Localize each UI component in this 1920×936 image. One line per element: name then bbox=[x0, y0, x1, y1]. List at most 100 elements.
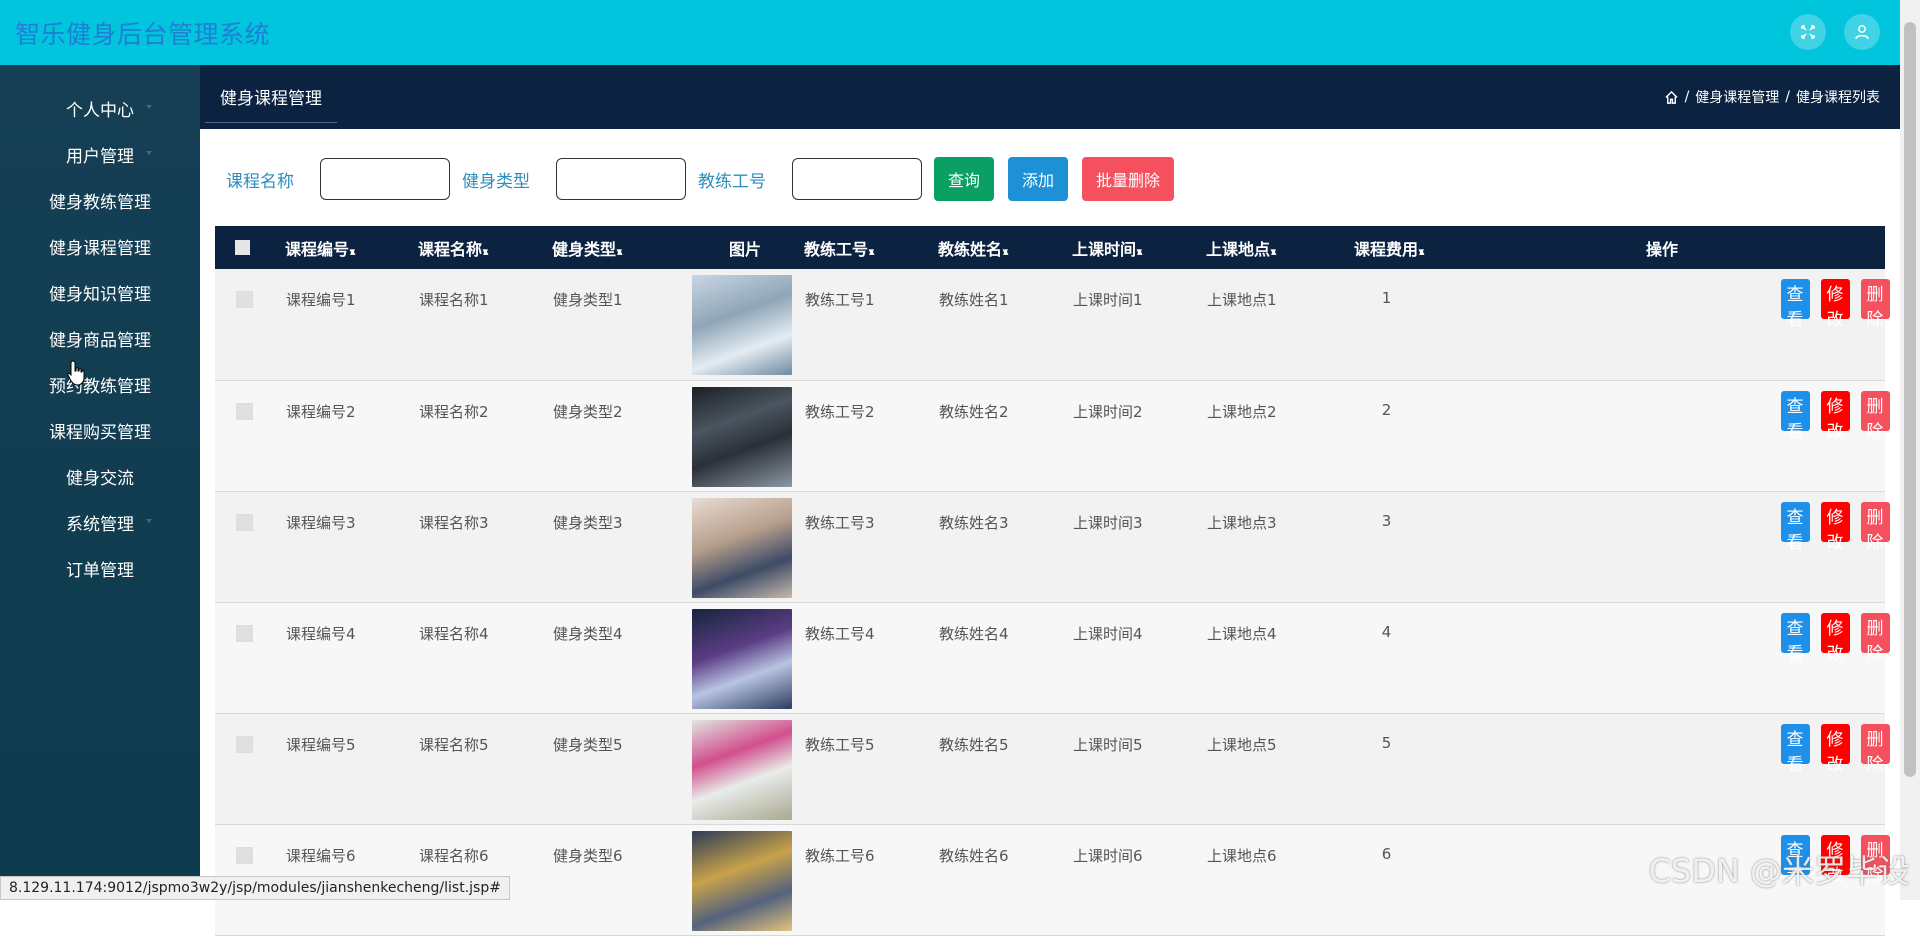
course-image[interactable] bbox=[692, 497, 792, 598]
row-checkbox[interactable] bbox=[236, 291, 253, 308]
row-select-cell bbox=[215, 491, 285, 602]
edit-button[interactable]: 修改 bbox=[1820, 279, 1850, 330]
row-checkbox[interactable] bbox=[236, 513, 253, 531]
course-name-input[interactable] bbox=[320, 158, 450, 200]
breadcrumb-item-list: 健身课程列表 bbox=[1796, 90, 1880, 106]
sidebar-item-fitness-exchange[interactable]: 健身交流 bbox=[0, 453, 200, 499]
delete-button[interactable]: 删除 bbox=[1860, 612, 1890, 664]
cell-course-fee: 6 bbox=[1381, 844, 1392, 863]
sidebar-item-personal-center[interactable]: 个人中心 bbox=[0, 85, 200, 131]
sidebar-item-system-management[interactable]: 系统管理 bbox=[0, 499, 200, 545]
fitness-type-label: 健身类型 bbox=[462, 171, 530, 192]
course-image[interactable] bbox=[692, 386, 792, 487]
column-header-course-no[interactable]: 课程编号▴▾ bbox=[285, 226, 418, 269]
view-button[interactable]: 查看 bbox=[1780, 501, 1810, 553]
view-button[interactable]: 查看 bbox=[1780, 612, 1810, 664]
edit-button[interactable]: 修改 bbox=[1820, 723, 1850, 775]
delete-button[interactable]: 删除 bbox=[1860, 723, 1890, 775]
user-menu-button[interactable] bbox=[1844, 14, 1880, 50]
sidebar-item-label: 预约教练管理 bbox=[49, 376, 151, 397]
hand-cursor-icon bbox=[67, 360, 85, 386]
actions-cell: 查看 修改 删除 bbox=[1780, 491, 1890, 602]
column-header-label: 课程名称 bbox=[418, 239, 483, 259]
query-button[interactable]: 查询 bbox=[934, 157, 995, 201]
cell-class-place: 上课地点4 bbox=[1207, 624, 1277, 643]
scrollbar-thumb[interactable] bbox=[1904, 22, 1916, 777]
select-all-checkbox[interactable] bbox=[235, 240, 250, 255]
column-header-course-name[interactable]: 课程名称▴▾ bbox=[418, 226, 552, 269]
sidebar-item-goods-management[interactable]: 健身商品管理 bbox=[0, 315, 200, 361]
view-button[interactable]: 查看 bbox=[1780, 279, 1810, 330]
sidebar-item-course-management[interactable]: 健身课程管理 bbox=[0, 223, 200, 269]
page-scrollbar[interactable] bbox=[1900, 0, 1920, 900]
cell-course-no: 课程编号2 bbox=[286, 402, 356, 421]
column-header-actions: 操作 bbox=[1439, 226, 1885, 269]
course-image[interactable] bbox=[692, 719, 792, 820]
course-image[interactable] bbox=[692, 830, 792, 931]
cell-fitness-type: 健身类型1 bbox=[553, 291, 623, 309]
coach-no-input[interactable] bbox=[792, 158, 922, 200]
image-cell bbox=[686, 269, 804, 380]
breadcrumb: / 健身课程管理 / 健身课程列表 bbox=[1664, 87, 1880, 107]
cell-fitness-type: 健身类型4 bbox=[553, 624, 623, 643]
table-row: 课程编号2 课程名称2 健身类型2 教练工号2 教练姓名2 上课时间2 上课地点2 2 查看 修改… bbox=[215, 380, 1890, 491]
view-button[interactable]: 查看 bbox=[1780, 390, 1810, 442]
column-header-class-place[interactable]: 上课地点▴▾ bbox=[1206, 226, 1334, 269]
sidebar-item-knowledge-management[interactable]: 健身知识管理 bbox=[0, 269, 200, 315]
sidebar-item-user-management[interactable]: 用户管理 bbox=[0, 131, 200, 177]
cell-class-time: 上课时间3 bbox=[1073, 513, 1143, 532]
caret-down-icon bbox=[146, 197, 152, 201]
sidebar-item-label: 健身课程管理 bbox=[49, 238, 151, 259]
cell-course-name: 课程名称1 bbox=[419, 291, 489, 309]
course-image[interactable] bbox=[692, 608, 792, 709]
sidebar-item-coach-management[interactable]: 健身教练管理 bbox=[0, 177, 200, 223]
spacer-cell bbox=[1439, 602, 1785, 713]
sidebar-item-order-management[interactable]: 订单管理 bbox=[0, 545, 200, 591]
spacer-cell bbox=[1439, 713, 1785, 824]
row-checkbox[interactable] bbox=[236, 624, 253, 642]
actions-cell: 查看 修改 删除 bbox=[1780, 713, 1890, 824]
add-button[interactable]: 添加 bbox=[1008, 157, 1069, 201]
watermark: CSDN @米罗毕设 bbox=[1648, 852, 1910, 890]
edit-button[interactable]: 修改 bbox=[1820, 390, 1850, 442]
caret-down-icon bbox=[146, 335, 152, 339]
breadcrumb-sep: / bbox=[1684, 89, 1690, 105]
sidebar-item-course-purchase-management[interactable]: 课程购买管理 bbox=[0, 407, 200, 453]
row-checkbox[interactable] bbox=[236, 735, 253, 753]
cell-course-name: 课程名称4 bbox=[419, 624, 489, 643]
home-icon[interactable] bbox=[1664, 90, 1679, 105]
cell-coach-no: 教练工号5 bbox=[805, 735, 875, 754]
column-header-fitness-type[interactable]: 健身类型▴▾ bbox=[552, 226, 686, 269]
table-row: 课程编号4 课程名称4 健身类型4 教练工号4 教练姓名4 上课时间4 上课地点4 4 查看 修改… bbox=[215, 602, 1890, 713]
cell-course-fee: 4 bbox=[1381, 622, 1392, 641]
row-checkbox[interactable] bbox=[236, 846, 253, 864]
row-actions: 查看 修改 删除 bbox=[1780, 501, 1890, 553]
tab-course-management[interactable]: 健身课程管理 bbox=[205, 72, 337, 123]
image-cell bbox=[686, 602, 804, 713]
column-header-class-time[interactable]: 上课时间▴▾ bbox=[1072, 226, 1206, 269]
sidebar-item-label: 健身商品管理 bbox=[49, 330, 151, 351]
view-button[interactable]: 查看 bbox=[1780, 723, 1810, 775]
course-image[interactable] bbox=[692, 275, 792, 375]
sidebar-item-label: 用户管理 bbox=[66, 146, 134, 167]
cell-coach-no: 教练工号4 bbox=[805, 624, 875, 643]
sidebar-menu: 个人中心用户管理健身教练管理健身课程管理健身知识管理健身商品管理 预约教练管理课程… bbox=[0, 65, 200, 591]
delete-button[interactable]: 删除 bbox=[1860, 501, 1890, 553]
edit-button[interactable]: 修改 bbox=[1820, 612, 1850, 664]
fullscreen-button[interactable] bbox=[1790, 14, 1826, 50]
batch-delete-button[interactable]: 批量删除 bbox=[1082, 157, 1175, 201]
column-header-coach-no[interactable]: 教练工号▴▾ bbox=[804, 226, 938, 269]
edit-button[interactable]: 修改 bbox=[1820, 501, 1850, 553]
main-content: 健身课程管理 / 健身课程管理 / 健身课程列表 课程名称 健身类型 教练工号 … bbox=[200, 65, 1900, 935]
sidebar-item-coach-booking-management[interactable]: 预约教练管理 bbox=[0, 361, 200, 407]
cell-course-name: 课程名称2 bbox=[419, 402, 489, 421]
column-header-image: 图片 bbox=[686, 226, 804, 269]
fitness-type-input[interactable] bbox=[556, 158, 686, 200]
row-checkbox[interactable] bbox=[236, 402, 253, 420]
table-row: 课程编号5 课程名称5 健身类型5 教练工号5 教练姓名5 上课时间5 上课地点5 5 查看 修改… bbox=[215, 713, 1890, 824]
column-header-course-fee[interactable]: 课程费用▴▾ bbox=[1334, 226, 1439, 269]
breadcrumb-item-course[interactable]: 健身课程管理 bbox=[1695, 87, 1779, 107]
delete-button[interactable]: 删除 bbox=[1860, 279, 1890, 330]
delete-button[interactable]: 删除 bbox=[1860, 390, 1890, 442]
column-header-coach-name[interactable]: 教练姓名▴▾ bbox=[938, 226, 1072, 269]
